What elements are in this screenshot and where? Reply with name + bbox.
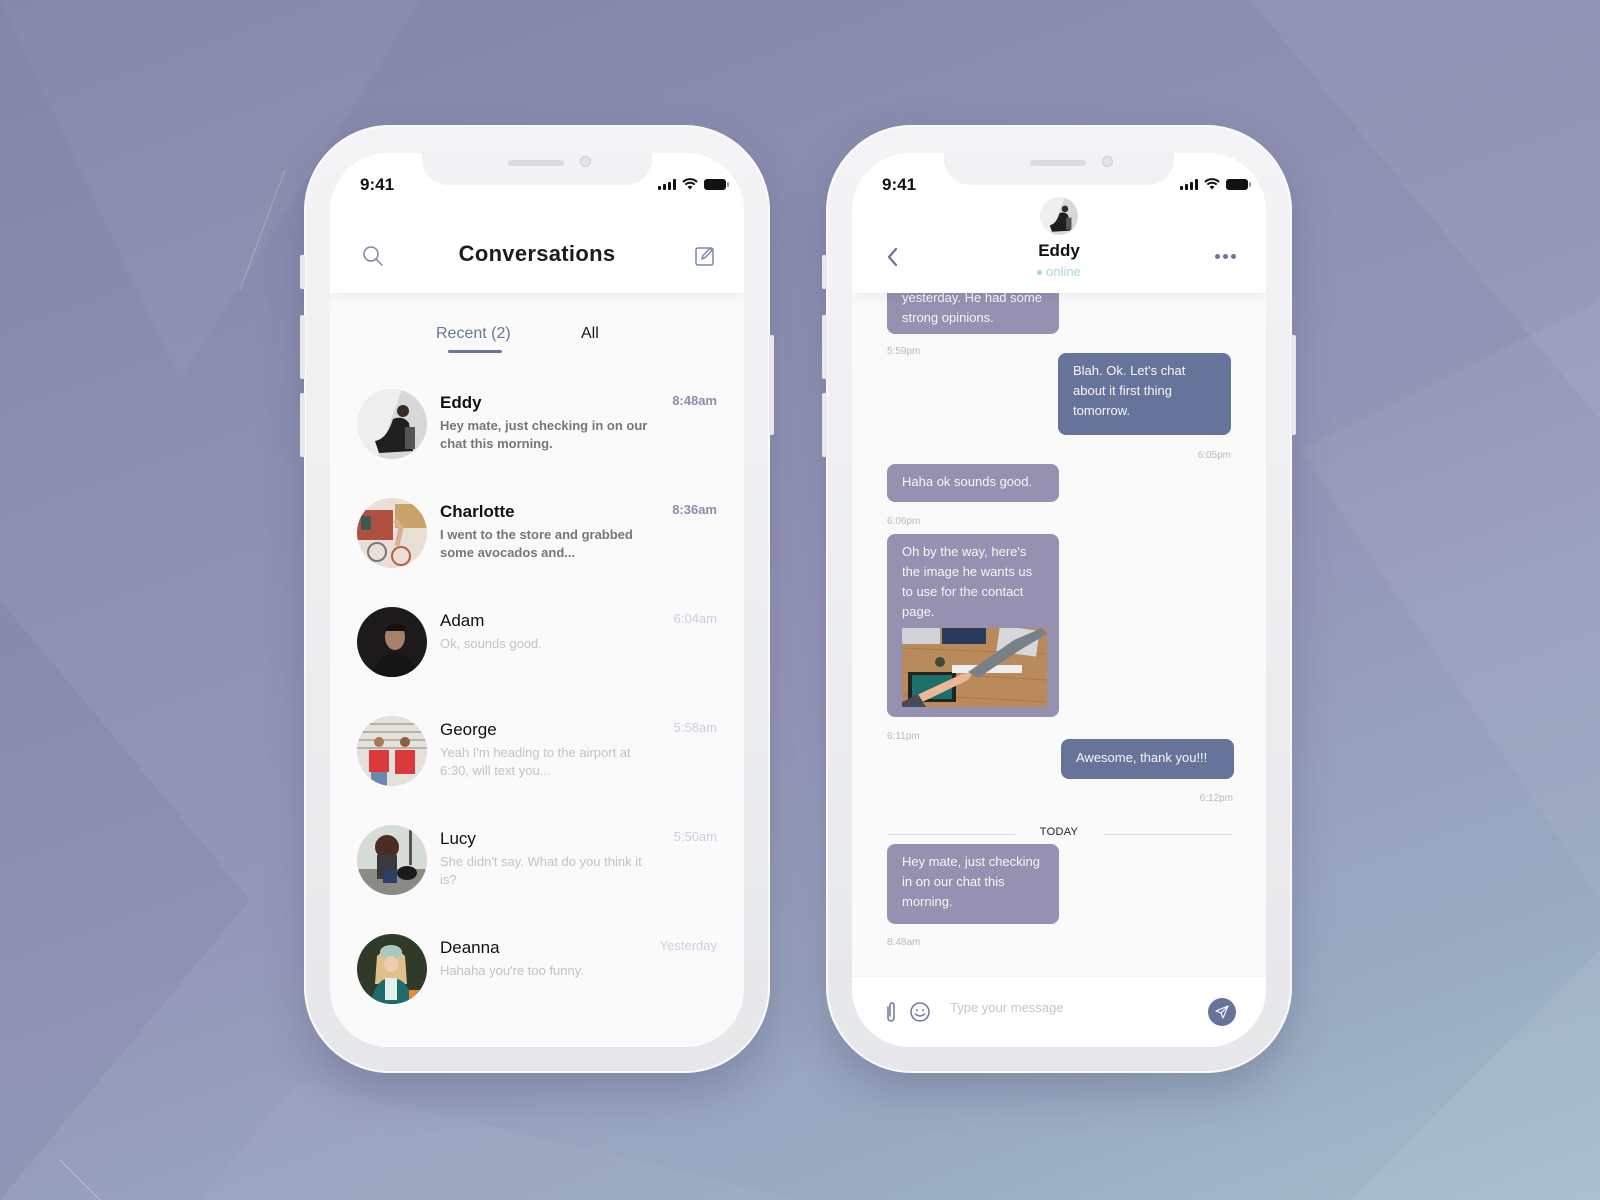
contact-name: George — [440, 720, 497, 739]
conversation-item-lucy[interactable]: Lucy She didn't say. What do you think i… — [330, 819, 744, 928]
contact-name: Eddy — [440, 393, 482, 412]
dot-icon — [1231, 254, 1236, 259]
chat-screen: 9:41 yesterday. He had some strong opini… — [852, 153, 1266, 1047]
dot-icon — [1223, 254, 1228, 259]
contact-name: Lucy — [440, 829, 476, 848]
message-time: 6:12pm — [1199, 793, 1233, 804]
message-time: 5:59pm — [887, 346, 921, 357]
message-time: 6:05pm — [1197, 450, 1231, 461]
avatar — [357, 825, 427, 895]
phone-chat: 9:41 yesterday. He had some strong opini… — [822, 125, 1296, 1073]
conversation-item-adam[interactable]: Adam Ok, sounds good. 6:04am — [330, 601, 744, 710]
image-attachment[interactable] — [902, 628, 1047, 707]
contact-name: Eddy — [1038, 241, 1080, 260]
emoji-icon[interactable] — [909, 1001, 931, 1028]
message-text: Awesome, thank you!!! — [1076, 750, 1208, 765]
message-input[interactable] — [948, 999, 1172, 1016]
contact-name: Deanna — [440, 938, 500, 957]
mute-switch — [300, 255, 305, 289]
conversation-tabs: Recent (2) All — [330, 313, 744, 353]
message-time: 8:36am — [672, 502, 717, 517]
avatar — [357, 934, 427, 1004]
contact-name: Adam — [440, 611, 485, 630]
battery-icon — [704, 178, 729, 190]
avatar — [357, 389, 427, 459]
paperclip-icon[interactable] — [885, 1001, 897, 1028]
message-preview: Ok, sounds good. — [440, 636, 542, 651]
send-button[interactable] — [1208, 998, 1236, 1026]
message-bubble-incoming-with-image: Oh by the way, here's the image he wants… — [887, 534, 1059, 717]
message-text: Blah. Ok. Let's chat about it first thin… — [1073, 363, 1186, 418]
status-time: 9:41 — [882, 175, 917, 194]
camera — [580, 156, 591, 167]
message-time: Yesterday — [659, 938, 717, 953]
compose-icon[interactable] — [694, 245, 716, 272]
send-icon — [1215, 1005, 1229, 1019]
message-composer — [852, 976, 1266, 1047]
message-preview: Hey mate, just checking in on our chat t… — [440, 418, 648, 451]
tab-all[interactable]: All — [581, 325, 599, 343]
message-bubble-outgoing: Blah. Ok. Let's chat about it first thin… — [1058, 353, 1231, 435]
avatar — [357, 498, 427, 568]
speaker — [508, 160, 564, 166]
tab-recent[interactable]: Recent (2) — [436, 325, 511, 343]
status-bar: 9:41 — [882, 175, 1251, 197]
avatar — [357, 607, 427, 677]
phone-conversations: 9:41 Conversations Recent (2) All Eddy H… — [300, 125, 774, 1073]
active-tab-indicator — [448, 350, 502, 353]
page-title: Conversations — [458, 241, 616, 266]
message-preview: Yeah I'm heading to the airport at 6:30,… — [440, 745, 631, 778]
message-time: 8:48am — [887, 937, 921, 948]
power-button — [769, 335, 774, 435]
contact-name: Charlotte — [440, 502, 515, 521]
presence-label: online — [1046, 264, 1081, 279]
conversations-screen: 9:41 Conversations Recent (2) All Eddy H… — [330, 153, 744, 1047]
message-preview: Hahaha you're too funny. — [440, 963, 584, 978]
wifi-icon — [682, 178, 698, 190]
volume-up-button — [822, 315, 827, 379]
mute-switch — [822, 255, 827, 289]
avatar — [357, 716, 427, 786]
divider-line — [1104, 834, 1232, 835]
status-bar: 9:41 — [360, 175, 729, 197]
conversation-item-eddy[interactable]: Eddy Hey mate, just checking in on our c… — [330, 383, 744, 492]
message-bubble-outgoing: Awesome, thank you!!! — [1061, 739, 1234, 779]
more-options-button[interactable] — [1215, 254, 1236, 259]
message-time: 6:06pm — [887, 516, 921, 527]
message-bubble-incoming: Haha ok sounds good. — [887, 464, 1059, 502]
online-dot-icon — [1037, 270, 1043, 276]
volume-up-button — [300, 315, 305, 379]
signal-icon — [1180, 178, 1198, 190]
status-time: 9:41 — [360, 175, 395, 194]
message-preview: She didn't say. What do you think it is? — [440, 854, 642, 887]
signal-icon — [658, 178, 676, 190]
message-text: Haha ok sounds good. — [902, 474, 1033, 489]
message-text: Hey mate, just checking in on our chat t… — [902, 854, 1041, 909]
presence-status: online — [852, 264, 1266, 279]
volume-down-button — [300, 393, 305, 457]
power-button — [1291, 335, 1296, 435]
speaker — [1030, 160, 1086, 166]
day-divider-label: TODAY — [1039, 826, 1079, 838]
background-pattern — [0, 0, 1600, 1200]
message-time: 8:48am — [672, 393, 717, 408]
message-time: 5:58am — [673, 720, 717, 735]
conversation-item-charlotte[interactable]: Charlotte I went to the store and grabbe… — [330, 492, 744, 601]
message-time: 6:11pm — [887, 731, 920, 742]
message-preview: I went to the store and grabbed some avo… — [440, 527, 633, 560]
message-time: 5:50am — [673, 829, 717, 844]
dot-icon — [1215, 254, 1220, 259]
message-time: 6:04am — [673, 611, 717, 626]
contact-avatar[interactable] — [1040, 197, 1078, 235]
camera — [1102, 156, 1113, 167]
message-bubble-incoming: Hey mate, just checking in on our chat t… — [887, 844, 1059, 924]
wifi-icon — [1204, 178, 1220, 190]
message-text: yesterday. He had some strong opinions. — [902, 290, 1042, 325]
volume-down-button — [822, 393, 827, 457]
conversation-list: Eddy Hey mate, just checking in on our c… — [330, 383, 744, 1037]
conversation-item-deanna[interactable]: Deanna Hahaha you're too funny. Yesterda… — [330, 928, 744, 1037]
message-text: Oh by the way, here's the image he wants… — [902, 544, 1033, 619]
battery-icon — [1226, 178, 1251, 190]
conversation-item-george[interactable]: George Yeah I'm heading to the airport a… — [330, 710, 744, 819]
